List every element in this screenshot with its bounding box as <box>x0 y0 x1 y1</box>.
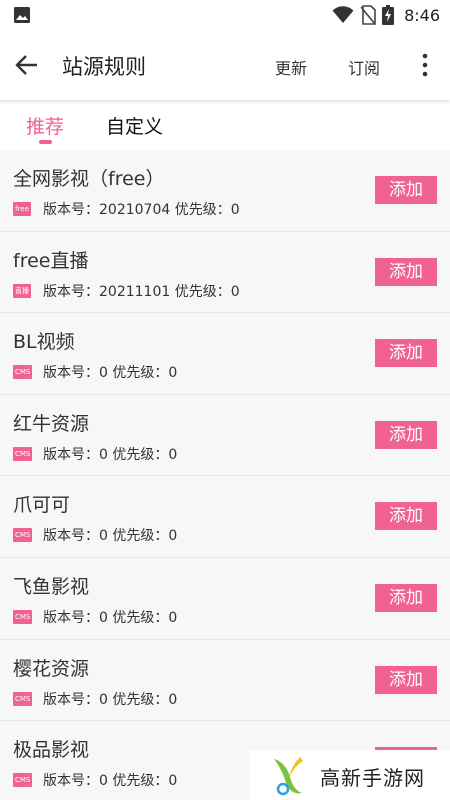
site-watermark: 高新手游网 <box>250 750 450 800</box>
page-title: 站源规则 <box>62 55 146 79</box>
source-meta: 版本号：0 优先级：0 <box>43 691 178 708</box>
source-type-badge: 直播 <box>13 283 31 298</box>
more-vert-icon[interactable] <box>416 52 434 78</box>
image-icon <box>14 7 30 23</box>
source-type-badge: CMS <box>13 446 33 461</box>
source-name: 飞鱼影视 <box>13 575 90 598</box>
add-button[interactable]: 添加 <box>375 502 437 531</box>
watermark-text: 高新手游网 <box>320 766 425 790</box>
source-type-badge: CMS <box>13 773 33 788</box>
battery-charging-icon <box>382 5 395 25</box>
list-item: 红牛资源 CMS 版本号：0 优先级：0 添加 <box>0 394 450 477</box>
source-name: BL视频 <box>13 331 75 354</box>
source-meta: 版本号：0 优先级：0 <box>43 365 178 382</box>
add-button[interactable]: 添加 <box>375 420 437 449</box>
subscribe-button[interactable]: 订阅 <box>348 55 380 79</box>
list-item: 樱花资源 CMS 版本号：0 优先级：0 添加 <box>0 639 450 722</box>
source-meta: 版本号：20210704 优先级：0 <box>43 202 240 218</box>
source-list: 全网影视（free） free 版本号：20210704 优先级：0 添加 fr… <box>0 150 450 800</box>
watermark-logo-icon <box>274 757 303 796</box>
add-button[interactable]: 添加 <box>375 665 437 694</box>
list-item: free直播 直播 版本号：20211101 优先级：0 添加 <box>0 231 450 314</box>
source-type-badge: CMS <box>13 691 33 706</box>
tab-recommended[interactable]: 推荐 <box>26 112 64 139</box>
list-item: 全网影视（free） free 版本号：20210704 优先级：0 添加 <box>0 150 450 232</box>
source-type-badge: CMS <box>13 528 33 543</box>
update-button[interactable]: 更新 <box>275 55 307 79</box>
tab-bar: 推荐 自定义 <box>0 100 450 150</box>
list-item: 飞鱼影视 CMS 版本号：0 优先级：0 添加 <box>0 557 450 640</box>
source-meta: 版本号：0 优先级：0 <box>43 528 178 545</box>
source-name: 极品影视 <box>13 739 90 762</box>
source-type-badge: CMS <box>13 609 33 624</box>
add-button[interactable]: 添加 <box>375 176 437 204</box>
source-meta: 版本号：20211101 优先级：0 <box>43 283 240 300</box>
add-button[interactable]: 添加 <box>375 257 437 286</box>
source-meta: 版本号：0 优先级：0 <box>43 446 178 463</box>
clock-time: 8:46 <box>404 5 440 25</box>
list-item: BL视频 CMS 版本号：0 优先级：0 添加 <box>0 313 450 395</box>
no-sim-icon <box>360 5 376 25</box>
add-button[interactable]: 添加 <box>375 583 437 612</box>
source-type-badge: CMS <box>13 365 33 380</box>
source-name: 红牛资源 <box>13 412 90 435</box>
source-meta: 版本号：0 优先级：0 <box>43 773 178 790</box>
back-arrow-icon[interactable] <box>14 52 40 78</box>
tab-indicator <box>39 140 52 144</box>
source-meta: 版本号：0 优先级：0 <box>43 609 178 626</box>
status-bar: 8:46 <box>0 0 450 30</box>
source-name: 爪可可 <box>13 494 71 517</box>
source-type-badge: free <box>13 202 31 216</box>
app-bar: 站源规则 更新 订阅 <box>0 30 450 100</box>
list-item: 爪可可 CMS 版本号：0 优先级：0 添加 <box>0 476 450 558</box>
add-button[interactable]: 添加 <box>375 339 437 368</box>
tab-custom[interactable]: 自定义 <box>106 112 163 139</box>
source-name: 樱花资源 <box>13 657 90 680</box>
source-name: 全网影视（free） <box>13 168 165 190</box>
wifi-icon <box>332 6 354 23</box>
source-name: free直播 <box>13 249 89 272</box>
